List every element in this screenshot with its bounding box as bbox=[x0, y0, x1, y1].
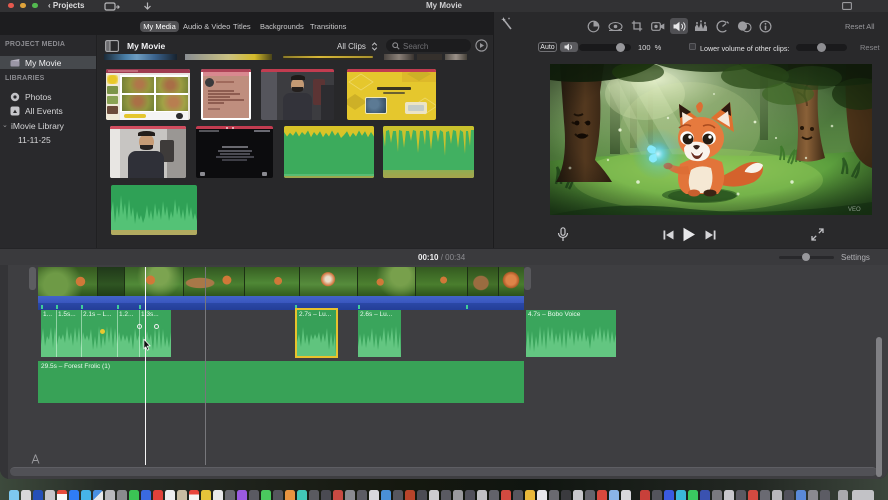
svg-text:VEO: VEO bbox=[848, 207, 861, 213]
